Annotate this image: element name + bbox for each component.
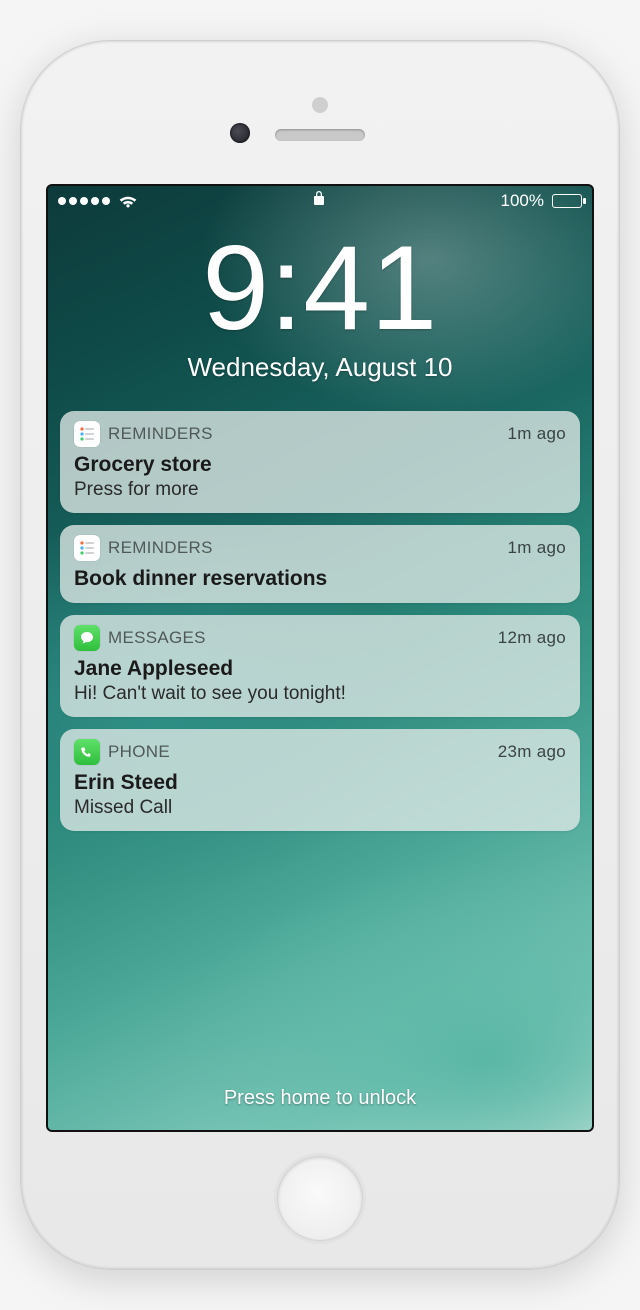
notification-subtitle: Hi! Can't wait to see you tonight! [74, 683, 566, 705]
signal-dots-icon [58, 197, 110, 205]
reminders-icon [74, 535, 100, 561]
notification-card[interactable]: REMINDERS 1m ago Book dinner reservation… [60, 525, 580, 603]
notification-time: 1m ago [507, 424, 566, 444]
messages-icon [74, 625, 100, 651]
notification-list: REMINDERS 1m ago Grocery store Press for… [46, 411, 594, 831]
notification-app-name: REMINDERS [108, 538, 213, 558]
notification-card[interactable]: MESSAGES 12m ago Jane Appleseed Hi! Can'… [60, 615, 580, 717]
proximity-sensor [312, 97, 328, 113]
notification-time: 23m ago [498, 742, 566, 762]
home-button[interactable] [277, 1156, 363, 1241]
notification-time: 12m ago [498, 628, 566, 648]
wifi-icon [118, 193, 138, 209]
notification-title: Grocery store [74, 453, 566, 477]
notification-subtitle: Press for more [74, 479, 566, 501]
notification-subtitle: Missed Call [74, 797, 566, 819]
reminders-icon [74, 421, 100, 447]
unlock-hint: Press home to unlock [46, 1087, 594, 1110]
battery-percent: 100% [501, 191, 544, 211]
notification-card[interactable]: REMINDERS 1m ago Grocery store Press for… [60, 411, 580, 513]
notification-title: Erin Steed [74, 771, 566, 795]
status-bar: 100% [46, 184, 594, 218]
earpiece-speaker [275, 129, 365, 141]
notification-app-name: REMINDERS [108, 424, 213, 444]
notification-app-name: MESSAGES [108, 628, 206, 648]
notification-card[interactable]: PHONE 23m ago Erin Steed Missed Call [60, 729, 580, 831]
battery-icon [552, 194, 582, 208]
notification-app-name: PHONE [108, 742, 170, 762]
phone-icon [74, 739, 100, 765]
clock-date: Wednesday, August 10 [46, 352, 594, 383]
phone-frame: 100% 9:41 Wednesday, August 10 REMINDERS… [20, 40, 620, 1270]
notification-title: Book dinner reservations [74, 567, 566, 591]
lock-icon [313, 191, 325, 210]
clock-time: 9:41 [46, 228, 594, 348]
notification-title: Jane Appleseed [74, 657, 566, 681]
phone-top-hardware [47, 67, 593, 184]
notification-time: 1m ago [507, 538, 566, 558]
clock-area: 9:41 Wednesday, August 10 [46, 228, 594, 383]
lock-screen[interactable]: 100% 9:41 Wednesday, August 10 REMINDERS… [46, 184, 594, 1132]
front-camera [230, 123, 250, 143]
